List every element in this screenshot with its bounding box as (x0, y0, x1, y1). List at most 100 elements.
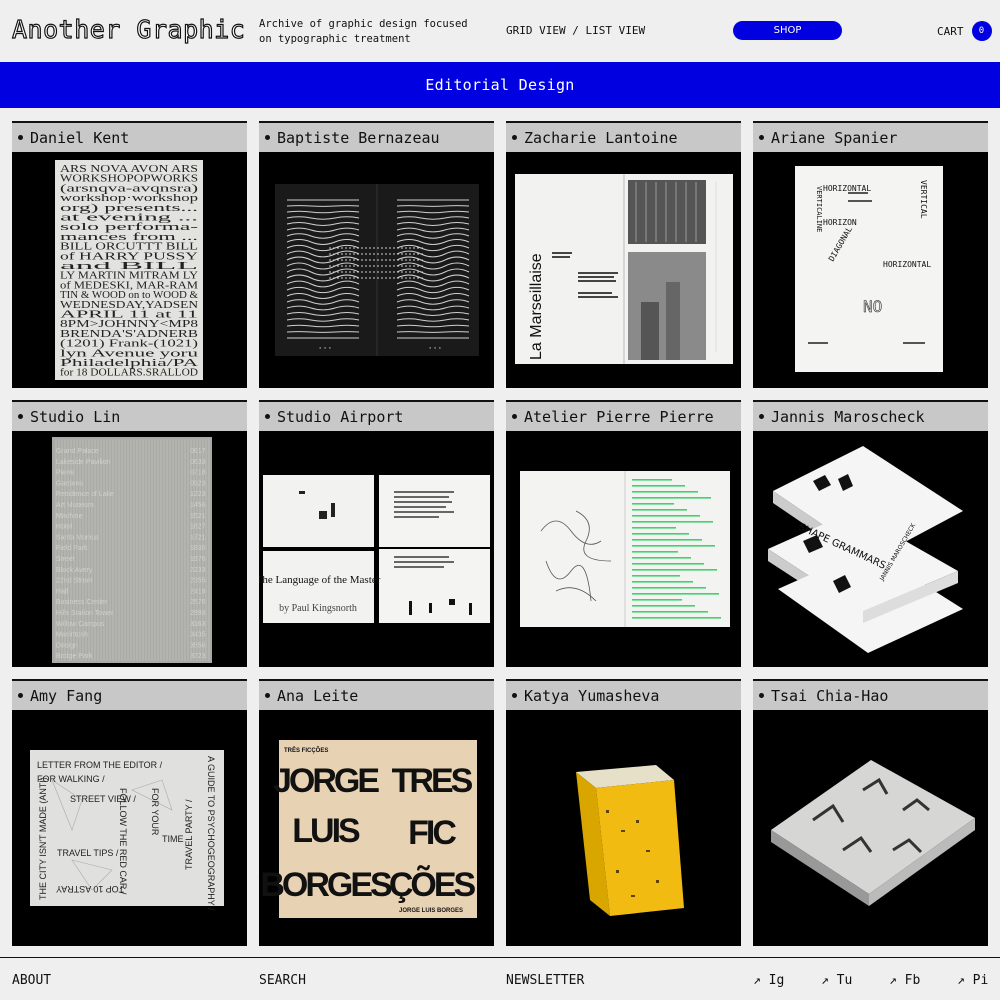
green-text-line (632, 509, 687, 511)
search-link[interactable]: SEARCH (259, 973, 306, 988)
designer-name: Tsai Chia-Hao (771, 686, 889, 705)
bullet-icon (265, 135, 270, 140)
project-card[interactable]: Studio Airport The Language of the Maste… (259, 400, 494, 667)
facebook-link[interactable]: ↗ Fb (889, 973, 920, 988)
book-spread-image (520, 471, 730, 627)
svg-text:TOP 10 ASTRAY: TOP 10 ASTRAY (56, 884, 124, 894)
project-image[interactable]: SHAPE GRAMMARS JANNIS MAROSCHECK (753, 431, 988, 667)
bullet-icon (265, 693, 270, 698)
project-image[interactable]: HORIZONTAL HORIZON HORIZONTAL VERTICAL V… (753, 152, 988, 388)
project-card[interactable]: Katya Yumasheva (506, 679, 741, 946)
green-text-line (632, 605, 695, 607)
cover-number: 1830 (190, 545, 206, 552)
designer-name: Zacharie Lantoine (524, 128, 678, 147)
svg-text:HORIZONTAL: HORIZONTAL (823, 184, 871, 193)
bullet-icon (759, 414, 764, 419)
bullet-icon (18, 414, 23, 419)
project-image[interactable]: La Marseillaise (506, 152, 741, 388)
grid-view-link[interactable]: GRID VIEW (506, 24, 566, 37)
designer-name: Atelier Pierre Pierre (524, 407, 714, 426)
bullet-icon (759, 135, 764, 140)
project-card[interactable]: Atelier Pierre Pierre (506, 400, 741, 667)
tumblr-link[interactable]: ↗ Tu (821, 973, 852, 988)
bullet-icon (18, 693, 23, 698)
cover-number: 2419 (190, 588, 206, 595)
instagram-link[interactable]: ↗ Ig (753, 973, 784, 988)
cover-text-line: Art Museum (56, 502, 94, 509)
project-card[interactable]: Daniel Kent ARS NOVA AVON ARS WORKSHOPOPW… (12, 121, 247, 388)
project-card[interactable]: Amy Fang LETTER FROM THE EDITOR / FOR WA… (12, 679, 247, 946)
site-logo[interactable]: Another Graphic (11, 14, 245, 44)
project-image[interactable] (506, 431, 741, 667)
cover-text-line: Hills Station Tower (56, 610, 114, 617)
list-view-link[interactable]: LIST VIEW (585, 24, 645, 37)
card-header: Atelier Pierre Pierre (506, 400, 741, 431)
green-text-line (632, 593, 719, 595)
project-image[interactable]: LETTER FROM THE EDITOR / FOR WALKING / S… (12, 710, 247, 946)
project-card[interactable]: Ariane Spanier HORIZONTAL HORIZON HORIZO… (753, 121, 988, 388)
pinterest-link[interactable]: ↗ Pi (957, 973, 988, 988)
svg-text:FOR YOUR: FOR YOUR (150, 788, 160, 836)
svg-text:THE CITY ISN'T MADE (ANTI): THE CITY ISN'T MADE (ANTI) (38, 777, 48, 900)
svg-text:VERTICALINE: VERTICALINE (815, 186, 823, 232)
svg-text:▪ ▪ ▪: ▪ ▪ ▪ (429, 345, 441, 350)
cover-number: 3435 (190, 632, 206, 639)
card-header: Katya Yumasheva (506, 679, 741, 710)
card-header: Tsai Chia-Hao (753, 679, 988, 710)
project-card[interactable]: Ana Leite TRÊS FICÇÕES JORGE LUIS BORGES… (259, 679, 494, 946)
svg-text:HORIZONTAL: HORIZONTAL (883, 260, 931, 269)
project-card[interactable]: Zacharie Lantoine La Marseillaise (506, 121, 741, 388)
card-header: Studio Airport (259, 400, 494, 431)
green-text-line (632, 485, 685, 487)
cover-number: 0923 (190, 480, 206, 487)
green-text-line (632, 587, 706, 589)
newsletter-link[interactable]: NEWSLETTER (506, 973, 584, 988)
project-image[interactable] (506, 710, 741, 946)
project-image[interactable]: ARS NOVA AVON ARS WORKSHOPOPWORKS (arsnqva… (12, 152, 247, 388)
bullet-icon (512, 135, 517, 140)
cover-text-line: Grand Palace (56, 448, 99, 455)
cover-number: 2355 (190, 578, 206, 585)
project-image[interactable] (753, 710, 988, 946)
cover-number: 3163 (190, 621, 206, 628)
book-covers-image: TRÊS FICÇÕES JORGE LUIS BORGES TRES FIC … (260, 740, 478, 918)
cover-text-line: 22nd Street (56, 578, 92, 585)
svg-text:A GUIDE TO PSYCHOGEOGRAPHY /: A GUIDE TO PSYCHOGEOGRAPHY / (206, 756, 216, 911)
svg-text:HORIZON: HORIZON (823, 218, 857, 227)
svg-text:FIC: FIC (408, 814, 456, 852)
cover-text-line: Macintosh (56, 632, 88, 639)
category-title: Editorial Design (425, 76, 575, 94)
cover-number: 1721 (190, 534, 206, 541)
bullet-icon (265, 414, 270, 419)
cover-number: 1223 (190, 491, 206, 498)
project-card[interactable]: Baptiste Bernazeau ▪ ▪ ▪ ▪ ▪ ▪ (259, 121, 494, 388)
card-header: Ana Leite (259, 679, 494, 710)
cover-text-line: Hotel (56, 524, 73, 531)
designer-name: Katya Yumasheva (524, 686, 660, 705)
project-image[interactable]: TRÊS FICÇÕES JORGE LUIS BORGES TRES FIC … (259, 710, 494, 946)
designer-name: Ariane Spanier (771, 128, 898, 147)
view-toggle: GRID VIEW / LIST VIEW (506, 24, 645, 37)
project-card[interactable]: Tsai Chia-Hao (753, 679, 988, 946)
project-image[interactable]: Grand Palace 0617 Lakeside Pavilion 0633 Pie… (12, 431, 247, 667)
project-image[interactable]: The Language of the Master by Paul Kings… (259, 431, 494, 667)
svg-text:NO: NO (863, 297, 882, 316)
project-card[interactable]: Studio Lin Grand Palace 0617 Lakeside Pavi… (12, 400, 247, 667)
svg-text:ÇÕES: ÇÕES (389, 866, 476, 904)
designer-name: Amy Fang (30, 686, 103, 705)
shop-button[interactable]: SHOP (733, 21, 842, 40)
project-card[interactable]: Jannis Maroscheck SHAPE GRAMMARS JANNIS … (753, 400, 988, 667)
cover-number: 2233 (190, 567, 206, 574)
green-text-line (632, 491, 698, 493)
project-image[interactable]: ▪ ▪ ▪ ▪ ▪ ▪ (259, 152, 494, 388)
about-link[interactable]: ABOUT (12, 973, 51, 988)
cover-number: 1627 (190, 524, 206, 531)
cover-text-line: Design (56, 642, 78, 649)
site-header: Another Graphic Archive of graphic desig… (0, 0, 1000, 62)
cover-number: 1521 (190, 513, 206, 520)
cart-button[interactable]: CART 0 (937, 21, 992, 41)
green-text-line (632, 581, 693, 583)
cover-number: 2570 (190, 599, 206, 606)
green-text-line (632, 521, 713, 523)
cover-text-line: Lakeside Pavilion (56, 459, 111, 466)
